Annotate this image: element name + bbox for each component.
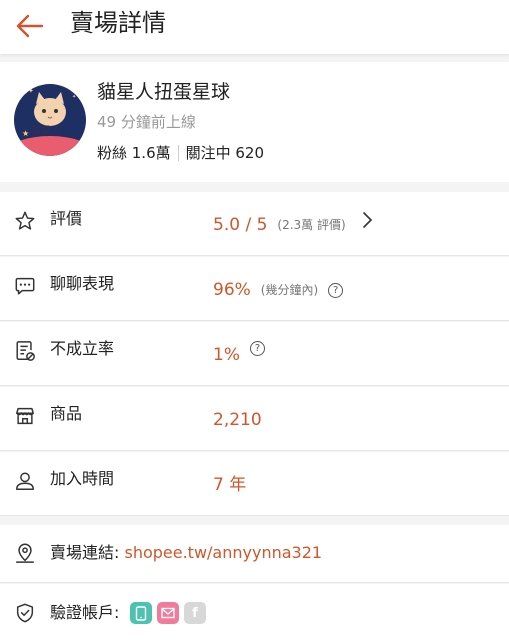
cancellation-label: 不成立率 (50, 339, 115, 358)
products-row: 商品 2,210 (0, 387, 509, 451)
help-icon[interactable]: ? (249, 341, 265, 356)
shop-name: 貓星人扭蛋星球 (97, 81, 231, 103)
chat-performance-row: 聊聊表現 96% (幾分鐘內) ? (0, 257, 509, 321)
chevron-right-icon[interactable] (362, 211, 374, 229)
joined-value: 7 年 (213, 475, 247, 495)
cancellation-value: 1% (213, 345, 240, 365)
rating-row[interactable]: 評價 5.0 / 5 (2.3萬 評價) (0, 192, 509, 256)
following-count[interactable]: 關注中 620 (186, 142, 264, 164)
products-label: 商品 (50, 404, 83, 423)
location-pin-icon (16, 543, 34, 563)
rating-count: (2.3萬 評價) (277, 218, 346, 232)
email-icon (157, 602, 179, 624)
svg-text:★: ★ (22, 129, 29, 138)
page-title: 賣場詳情 (70, 9, 166, 37)
cancellation-rate-row: 不成立率 1% ? (0, 322, 509, 386)
facebook-icon: f (184, 602, 206, 624)
stats-divider (177, 145, 179, 161)
shop-link-url[interactable]: shopee.tw/annyynna321 (124, 543, 322, 562)
app-header: 賣場詳情 (0, 0, 509, 54)
chat-value: 96% (213, 280, 251, 300)
followers-count[interactable]: 粉絲 1.6萬 (97, 142, 171, 164)
chat-label: 聊聊表現 (50, 274, 115, 293)
verified-accounts-row: 驗證帳戶: f (0, 584, 509, 640)
joined-label: 加入時間 (50, 469, 115, 488)
shop-link-label: 賣場連結: (50, 543, 125, 562)
joined-row: 加入時間 7 年 (0, 452, 509, 516)
online-status: 49 分鐘前上線 (97, 113, 196, 131)
person-icon (16, 472, 34, 490)
chat-bubble-icon (15, 277, 35, 295)
shield-check-icon (16, 603, 34, 623)
follow-stats: 粉絲 1.6萬 關注中 620 (97, 142, 264, 164)
back-arrow-icon[interactable] (14, 10, 46, 42)
shop-info-card: ✦ ✦ ★ 貓星人 貓星人扭蛋星球 49 分鐘前上線 粉絲 1.6萬 關注中 6… (0, 62, 509, 182)
avatar-text: 貓星人 (31, 124, 61, 137)
star-icon (15, 211, 35, 230)
svg-text:✦: ✦ (72, 94, 76, 100)
storefront-icon (16, 407, 34, 425)
verify-label: 驗證帳戶: (50, 603, 120, 622)
svg-text:✦: ✦ (28, 87, 34, 95)
chat-response-time: (幾分鐘內) (260, 283, 319, 297)
cat-avatar-image: ✦ ✦ ★ 貓星人 (14, 84, 86, 156)
document-cancel-icon (16, 341, 35, 361)
rating-label: 評價 (50, 209, 83, 228)
shop-link-row: 賣場連結: shopee.tw/annyynna321 (0, 525, 509, 583)
products-value: 2,210 (213, 410, 262, 430)
rating-value: 5.0 / 5 (213, 215, 268, 235)
phone-icon (130, 602, 152, 624)
shop-link: 賣場連結: shopee.tw/annyynna321 (50, 542, 322, 564)
shop-avatar[interactable]: ✦ ✦ ★ 貓星人 (14, 84, 86, 156)
help-icon[interactable]: ? (328, 282, 344, 298)
